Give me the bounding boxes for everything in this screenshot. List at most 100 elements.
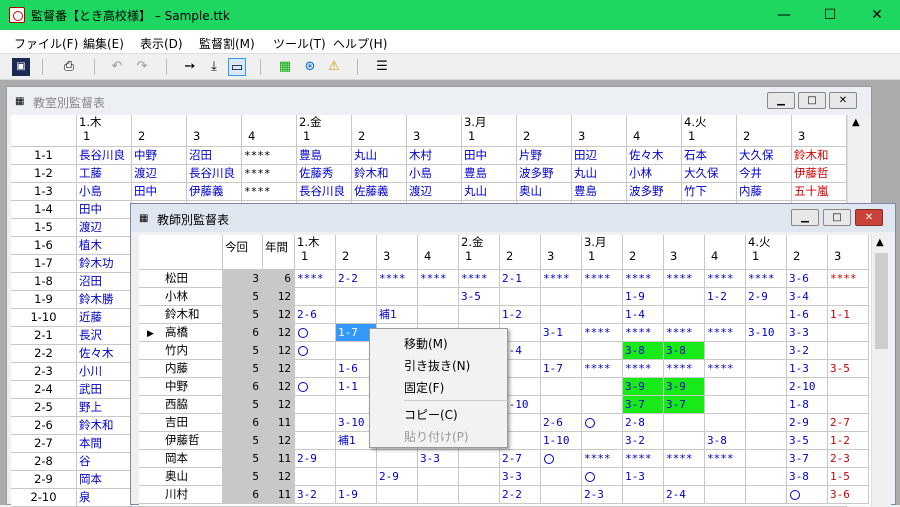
room-cell[interactable]: 長沢 [77, 327, 132, 345]
room-cell[interactable]: 渡辺 [77, 219, 132, 237]
teacher-cell[interactable] [377, 486, 418, 504]
save-icon[interactable]: ▣ [12, 58, 30, 76]
menu-tools[interactable]: ツール(T) [273, 35, 326, 52]
teacher-cell[interactable]: 3-3 [418, 450, 459, 468]
room-cell[interactable]: 田中 [132, 183, 187, 201]
teacher-cell[interactable] [746, 396, 787, 414]
teacher-cell[interactable] [418, 486, 459, 504]
teacher-cell[interactable] [582, 432, 623, 450]
room-cell[interactable]: 小林 [627, 165, 682, 183]
teacher-cell[interactable]: 1-5 [828, 468, 869, 486]
room-cell[interactable]: 丸山 [352, 147, 407, 165]
teacher-cell[interactable]: 3-1 [541, 324, 582, 342]
teacher-cell[interactable]: 3-5 [459, 288, 500, 306]
teacher-cell[interactable] [582, 378, 623, 396]
teacher-cell[interactable]: 2-6 [295, 306, 336, 324]
teacher-cell[interactable]: 3-2 [787, 342, 828, 360]
room-cell[interactable]: 鈴木和 [352, 165, 407, 183]
teacher-cell[interactable] [541, 378, 582, 396]
teacher-cell[interactable]: **** [705, 324, 746, 342]
menu-edit[interactable]: 編集(E) [83, 35, 124, 52]
teacher-cell[interactable]: 3-8 [787, 468, 828, 486]
room-cell[interactable]: 本間 [77, 435, 132, 453]
teacher-cell[interactable] [459, 468, 500, 486]
menu-item-copy[interactable]: コピー(C) [404, 406, 458, 423]
teacher-cell[interactable] [746, 306, 787, 324]
teacher-cell[interactable]: 3-6 [828, 486, 869, 504]
teacher-cell[interactable] [295, 432, 336, 450]
room-cell[interactable]: 中野 [132, 147, 187, 165]
teacher-cell[interactable] [541, 306, 582, 324]
teacher-cell[interactable] [623, 486, 664, 504]
teacher-cell[interactable] [705, 486, 746, 504]
teacher-max-button[interactable]: □ [823, 209, 851, 226]
move-down-icon[interactable]: ⤓ [205, 58, 223, 76]
teacher-cell[interactable] [541, 342, 582, 360]
teacher-cell[interactable] [295, 396, 336, 414]
teacher-min-button[interactable]: ▁ [791, 209, 819, 226]
teacher-cell[interactable] [295, 360, 336, 378]
teacher-cell[interactable]: **** [541, 270, 582, 288]
teacher-cell[interactable]: **** [582, 270, 623, 288]
teacher-cell[interactable] [541, 288, 582, 306]
teacher-cell[interactable]: 1-9 [336, 486, 377, 504]
room-cell[interactable]: 豊島 [297, 147, 352, 165]
teacher-cell[interactable]: 3-5 [828, 360, 869, 378]
teacher-cell[interactable]: **** [664, 324, 705, 342]
room-cell[interactable]: 沼田 [77, 273, 132, 291]
teacher-cell[interactable] [541, 396, 582, 414]
menu-item-extract[interactable]: 引き抜き(N) [404, 357, 470, 374]
teacher-cell[interactable]: 2-2 [336, 270, 377, 288]
room-cell[interactable]: 沼田 [187, 147, 242, 165]
teacher-cell[interactable]: **** [623, 324, 664, 342]
room-cell[interactable]: 近藤 [77, 309, 132, 327]
room-cell[interactable]: 佐々木 [627, 147, 682, 165]
teacher-cell[interactable] [295, 468, 336, 486]
teacher-cell[interactable] [828, 396, 869, 414]
teacher-cell[interactable]: **** [705, 450, 746, 468]
teacher-cell[interactable]: ○ [787, 486, 828, 504]
move-right-icon[interactable]: ➙ [181, 58, 199, 76]
teacher-cell[interactable]: **** [828, 270, 869, 288]
teacher-cell[interactable] [828, 288, 869, 306]
teacher-cell[interactable] [664, 306, 705, 324]
teacher-cell[interactable] [705, 306, 746, 324]
room-cell[interactable]: 波多野 [627, 183, 682, 201]
teacher-cell[interactable]: 1-10 [541, 432, 582, 450]
room-cell[interactable]: 豊島 [462, 165, 517, 183]
teacher-cell[interactable] [582, 306, 623, 324]
room-cell[interactable]: 長谷川良 [77, 147, 132, 165]
teacher-cell[interactable]: 2-8 [623, 414, 664, 432]
room-cell[interactable]: 小島 [407, 165, 462, 183]
room-cell[interactable]: 鈴木功 [77, 255, 132, 273]
teacher-cell[interactable] [582, 288, 623, 306]
teacher-cell[interactable] [336, 468, 377, 486]
teacher-cell[interactable]: **** [705, 360, 746, 378]
teacher-cell[interactable]: 1-3 [787, 360, 828, 378]
teacher-cell[interactable] [828, 324, 869, 342]
teacher-cell[interactable] [377, 450, 418, 468]
room-cell[interactable]: 波多野 [517, 165, 572, 183]
menu-file[interactable]: ファイル(F) [14, 35, 78, 52]
teacher-cell[interactable]: 3-8 [623, 342, 664, 360]
teacher-cell[interactable]: 3-2 [623, 432, 664, 450]
teacher-cell[interactable]: **** [582, 360, 623, 378]
teacher-cell[interactable] [664, 432, 705, 450]
teacher-cell[interactable]: 2-9 [746, 288, 787, 306]
teacher-cell[interactable]: **** [623, 360, 664, 378]
teacher-cell[interactable]: 3-9 [623, 378, 664, 396]
teacher-cell[interactable]: 1-8 [787, 396, 828, 414]
teacher-cell[interactable] [746, 486, 787, 504]
room-cell[interactable]: 渡辺 [407, 183, 462, 201]
room-cell[interactable]: 佐藤秀 [297, 165, 352, 183]
teacher-cell[interactable] [828, 378, 869, 396]
teacher-cell[interactable] [336, 450, 377, 468]
teacher-cell[interactable] [746, 450, 787, 468]
teacher-cell[interactable] [746, 468, 787, 486]
globe-icon[interactable]: ⊛ [301, 58, 319, 76]
teacher-cell[interactable] [746, 360, 787, 378]
teacher-cell[interactable] [705, 414, 746, 432]
teacher-cell[interactable]: 3-6 [787, 270, 828, 288]
room-cell[interactable]: 小島 [77, 183, 132, 201]
teacher-cell[interactable]: ○ [582, 468, 623, 486]
